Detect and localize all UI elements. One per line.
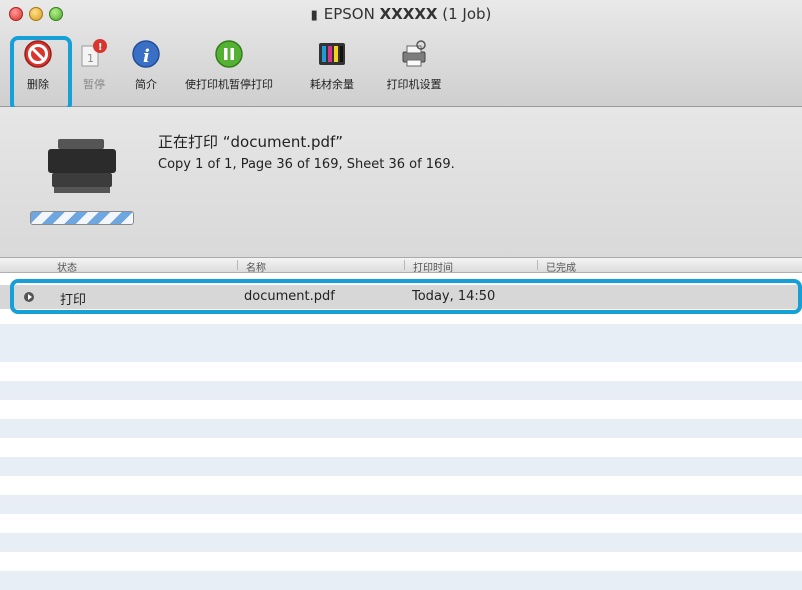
list-row <box>0 343 802 362</box>
svg-text:1: 1 <box>87 52 94 65</box>
column-time[interactable]: 打印时间 <box>413 259 453 274</box>
column-completed[interactable]: 已完成 <box>546 259 576 274</box>
progress-bar <box>30 211 134 225</box>
svg-text:i: i <box>143 46 150 67</box>
info-button[interactable]: i 简介 <box>128 38 164 98</box>
column-header: 状态 名称 打印时间 已完成 <box>0 258 802 274</box>
printer-icon <box>48 139 116 193</box>
column-name[interactable]: 名称 <box>246 259 266 274</box>
list-row <box>0 324 802 343</box>
list-row <box>0 571 802 590</box>
pause-printer-button[interactable]: 使打印机暂停打印 <box>174 38 284 98</box>
printer-icon: ▮ <box>310 8 318 23</box>
printer-setup-button[interactable]: 打印机设置 <box>382 38 446 98</box>
list-row <box>0 495 802 514</box>
info-icon: i <box>132 40 160 68</box>
list-row <box>0 533 802 552</box>
svg-text:!: ! <box>98 42 103 53</box>
pause-printer-icon <box>215 40 243 68</box>
window-title: ▮ EPSON XXXXX (1 Job) <box>310 5 492 23</box>
list-row <box>0 419 802 438</box>
printer-setup-icon <box>402 40 426 67</box>
job-info-panel: 正在打印 “document.pdf” Copy 1 of 1, Page 36… <box>0 107 802 258</box>
pause-icon: 1 ! <box>81 39 107 67</box>
list-row <box>0 457 802 476</box>
supply-levels-icon <box>319 43 345 65</box>
job-title: 正在打印 “document.pdf” <box>158 133 344 151</box>
list-row <box>0 381 802 400</box>
column-status[interactable]: 状态 <box>57 259 77 274</box>
pause-job-button[interactable]: 1 ! 暂停 <box>76 38 112 98</box>
job-row-highlight <box>10 279 802 314</box>
supply-levels-button[interactable]: 耗材余量 <box>304 38 360 98</box>
title-bar: ▮ EPSON XXXXX (1 Job) 删除 1 ! 暂停 i 简介 使打印… <box>0 0 802 112</box>
delete-highlight <box>10 36 72 112</box>
job-progress-detail: Copy 1 of 1, Page 36 of 169, Sheet 36 of… <box>158 157 455 172</box>
